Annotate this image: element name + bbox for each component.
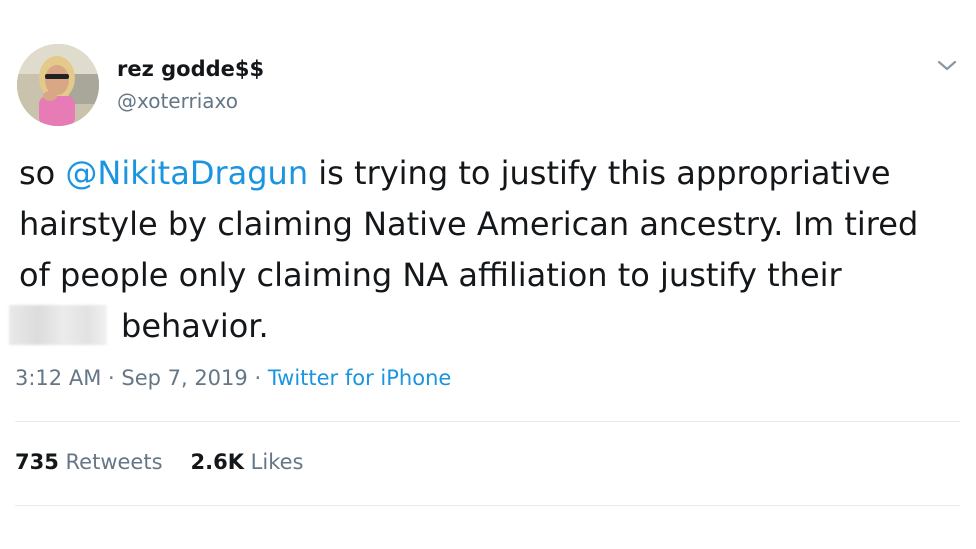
tweet-text: so @NikitaDragun is trying to justify th… xyxy=(9,148,964,352)
avatar-image xyxy=(17,44,99,126)
tweet-text-segment: so xyxy=(19,154,66,192)
tweet-stats: 735 Retweets 2.6K Likes xyxy=(15,450,303,474)
likes-label: Likes xyxy=(244,450,304,474)
tweet-text-line: so @NikitaDragun is trying to justify th… xyxy=(19,148,964,199)
meta-separator: · xyxy=(101,366,122,390)
tweet-text-line: behavior. xyxy=(9,301,964,352)
retweets-stat[interactable]: 735 Retweets xyxy=(15,450,163,474)
display-name[interactable]: rez godde$$ xyxy=(117,57,264,81)
tweet-text-line: of people only claiming NA affiliation t… xyxy=(19,256,842,294)
likes-count: 2.6K xyxy=(190,450,244,474)
tweet-card: rez godde$$ @xoterriaxo so @NikitaDragun… xyxy=(0,0,976,549)
tweet-metadata: 3:12 AM · Sep 7, 2019 · Twitter for iPho… xyxy=(15,366,451,390)
avatar[interactable] xyxy=(17,44,99,126)
user-handle[interactable]: @xoterriaxo xyxy=(117,89,238,113)
tweet-text-segment: is trying to justify this appropriative xyxy=(308,154,891,192)
retweets-count: 735 xyxy=(15,450,59,474)
divider xyxy=(15,421,960,422)
likes-stat[interactable]: 2.6K Likes xyxy=(191,450,304,474)
retweets-label: Retweets xyxy=(58,450,163,474)
tweet-date[interactable]: Sep 7, 2019 xyxy=(121,366,247,390)
redacted-word xyxy=(9,305,107,345)
divider xyxy=(15,505,960,506)
meta-separator: · xyxy=(247,366,268,390)
tweet-text-line: hairstyle by claiming Native American an… xyxy=(19,205,919,243)
chevron-down-icon[interactable] xyxy=(935,56,959,76)
mention-link[interactable]: @NikitaDragun xyxy=(65,154,308,192)
tweet-source-link[interactable]: Twitter for iPhone xyxy=(268,366,452,390)
tweet-time[interactable]: 3:12 AM xyxy=(15,366,101,390)
tweet-text-segment: behavior. xyxy=(121,307,269,345)
